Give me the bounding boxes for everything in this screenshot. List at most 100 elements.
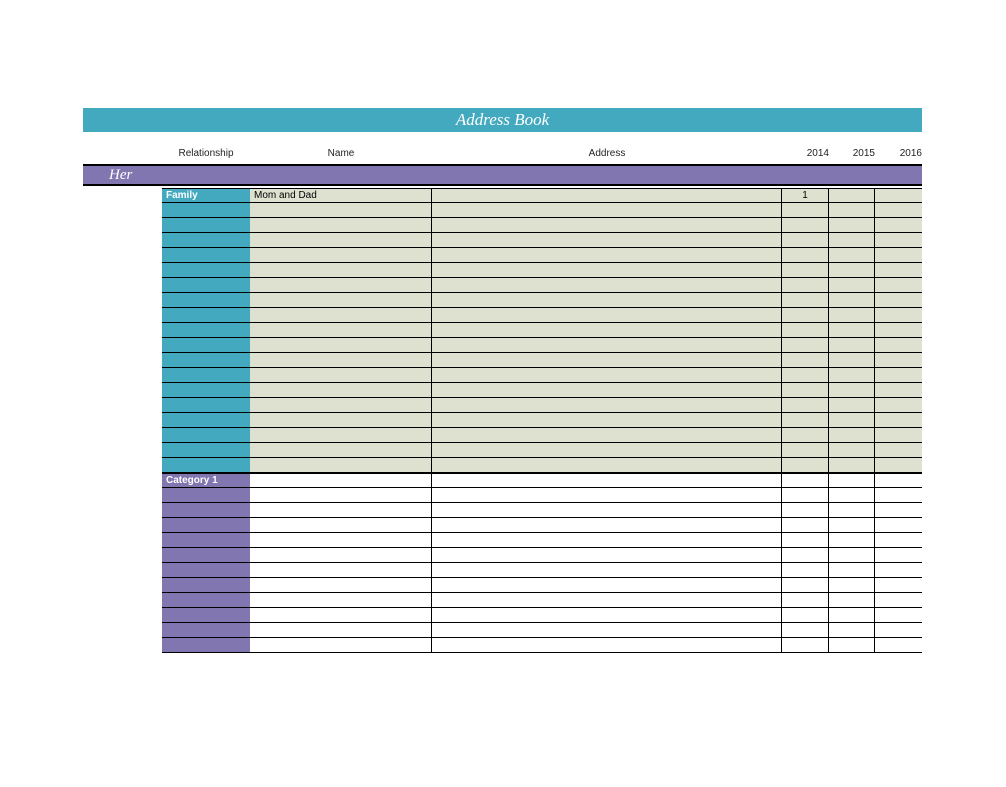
cell-year-1[interactable] — [782, 263, 829, 277]
cell-year-1[interactable] — [782, 503, 829, 517]
cell-address[interactable] — [432, 413, 782, 427]
cell-address[interactable] — [432, 203, 782, 217]
cell-address[interactable] — [432, 233, 782, 247]
cell-address[interactable] — [432, 578, 782, 592]
cell-name[interactable] — [250, 533, 432, 547]
cell-address[interactable] — [432, 323, 782, 337]
cell-year-3[interactable] — [875, 368, 922, 382]
cell-year-1[interactable] — [782, 533, 829, 547]
cell-year-2[interactable] — [829, 413, 875, 427]
cell-name[interactable] — [250, 338, 432, 352]
cell-year-1[interactable] — [782, 218, 829, 232]
cell-year-1[interactable] — [782, 368, 829, 382]
cell-year-1[interactable] — [782, 488, 829, 502]
cell-address[interactable] — [432, 563, 782, 577]
cell-name[interactable] — [250, 398, 432, 412]
cell-year-2[interactable] — [829, 189, 875, 202]
cell-address[interactable] — [432, 638, 782, 652]
cell-year-2[interactable] — [829, 278, 875, 292]
cell-address[interactable] — [432, 623, 782, 637]
cell-year-1[interactable] — [782, 203, 829, 217]
cell-year-3[interactable] — [875, 488, 922, 502]
cell-name[interactable] — [250, 428, 432, 442]
cell-name[interactable] — [250, 638, 432, 652]
cell-address[interactable] — [432, 428, 782, 442]
cell-year-2[interactable] — [829, 308, 875, 322]
cell-year-1[interactable] — [782, 383, 829, 397]
cell-address[interactable] — [432, 533, 782, 547]
cell-address[interactable] — [432, 189, 782, 202]
cell-year-3[interactable] — [875, 458, 922, 472]
cell-name[interactable] — [250, 248, 432, 262]
cell-address[interactable] — [432, 548, 782, 562]
cell-year-2[interactable] — [829, 293, 875, 307]
cell-year-3[interactable] — [875, 203, 922, 217]
cell-year-1[interactable] — [782, 548, 829, 562]
cell-year-1[interactable] — [782, 593, 829, 607]
cell-address[interactable] — [432, 474, 782, 487]
cell-year-2[interactable] — [829, 218, 875, 232]
cell-year-3[interactable] — [875, 308, 922, 322]
cell-year-2[interactable] — [829, 368, 875, 382]
cell-name[interactable] — [250, 413, 432, 427]
cell-address[interactable] — [432, 608, 782, 622]
cell-name[interactable] — [250, 218, 432, 232]
cell-name[interactable] — [250, 608, 432, 622]
cell-address[interactable] — [432, 443, 782, 457]
cell-year-3[interactable] — [875, 533, 922, 547]
cell-year-3[interactable] — [875, 578, 922, 592]
cell-year-1[interactable] — [782, 248, 829, 262]
cell-year-1[interactable] — [782, 278, 829, 292]
cell-year-2[interactable] — [829, 428, 875, 442]
cell-name[interactable] — [250, 293, 432, 307]
cell-year-3[interactable] — [875, 293, 922, 307]
cell-year-1[interactable] — [782, 623, 829, 637]
cell-year-3[interactable] — [875, 443, 922, 457]
cell-year-2[interactable] — [829, 608, 875, 622]
cell-name[interactable] — [250, 368, 432, 382]
cell-address[interactable] — [432, 503, 782, 517]
cell-name[interactable] — [250, 233, 432, 247]
cell-address[interactable] — [432, 488, 782, 502]
cell-year-1[interactable] — [782, 428, 829, 442]
cell-name[interactable] — [250, 563, 432, 577]
cell-year-1[interactable] — [782, 518, 829, 532]
cell-address[interactable] — [432, 368, 782, 382]
cell-year-1[interactable] — [782, 353, 829, 367]
cell-year-1[interactable] — [782, 338, 829, 352]
cell-year-3[interactable] — [875, 323, 922, 337]
cell-year-2[interactable] — [829, 503, 875, 517]
cell-year-3[interactable] — [875, 189, 922, 202]
cell-name[interactable] — [250, 443, 432, 457]
cell-name[interactable] — [250, 323, 432, 337]
cell-address[interactable] — [432, 518, 782, 532]
cell-year-2[interactable] — [829, 398, 875, 412]
cell-year-2[interactable] — [829, 578, 875, 592]
cell-year-3[interactable] — [875, 518, 922, 532]
cell-year-2[interactable] — [829, 533, 875, 547]
cell-year-3[interactable] — [875, 218, 922, 232]
cell-address[interactable] — [432, 263, 782, 277]
cell-year-1[interactable] — [782, 638, 829, 652]
cell-year-3[interactable] — [875, 623, 922, 637]
cell-year-2[interactable] — [829, 458, 875, 472]
cell-year-3[interactable] — [875, 353, 922, 367]
cell-year-3[interactable] — [875, 233, 922, 247]
cell-year-2[interactable] — [829, 474, 875, 487]
cell-year-3[interactable] — [875, 248, 922, 262]
cell-year-3[interactable] — [875, 278, 922, 292]
cell-year-3[interactable] — [875, 428, 922, 442]
cell-year-2[interactable] — [829, 203, 875, 217]
cell-year-3[interactable] — [875, 413, 922, 427]
cell-name[interactable] — [250, 623, 432, 637]
cell-year-3[interactable] — [875, 398, 922, 412]
cell-year-2[interactable] — [829, 563, 875, 577]
cell-year-1[interactable] — [782, 608, 829, 622]
cell-year-1[interactable]: 1 — [782, 189, 829, 202]
cell-address[interactable] — [432, 338, 782, 352]
cell-year-2[interactable] — [829, 323, 875, 337]
cell-name[interactable] — [250, 278, 432, 292]
cell-year-3[interactable] — [875, 474, 922, 487]
cell-year-1[interactable] — [782, 398, 829, 412]
cell-name[interactable] — [250, 353, 432, 367]
